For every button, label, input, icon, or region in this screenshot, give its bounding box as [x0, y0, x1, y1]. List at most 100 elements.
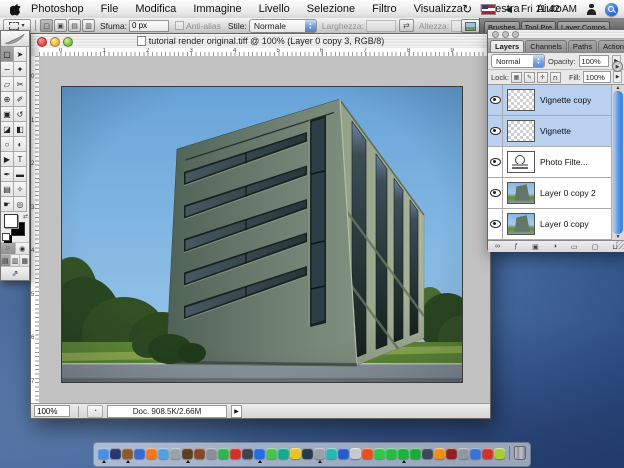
standard-screen-button[interactable]: ▤ [1, 255, 11, 266]
app-10[interactable] [206, 448, 217, 459]
menu-item[interactable]: Modifica [135, 3, 176, 15]
app-22[interactable] [350, 448, 361, 459]
sync-menu-icon[interactable]: ↻ [462, 4, 472, 14]
app-20[interactable] [326, 448, 337, 459]
move-tool[interactable]: ➤ [14, 47, 27, 62]
lock-image-icon[interactable]: ✎ [524, 72, 535, 83]
app-8[interactable] [182, 448, 193, 459]
file-browser-button[interactable] [461, 19, 480, 33]
palette-zoom-button[interactable] [512, 31, 519, 38]
crop-tool[interactable]: ▱ [1, 77, 14, 92]
app-15[interactable] [266, 448, 277, 459]
notes-tool[interactable]: ▤ [1, 182, 14, 197]
edit-in-imageready-button[interactable]: ⇗ [1, 267, 29, 280]
layer-row[interactable]: ∞ Vignette [488, 116, 624, 147]
app-24[interactable] [374, 448, 385, 459]
scrollbar-thumb[interactable] [613, 91, 623, 234]
zoom-tool[interactable]: ◎ [14, 197, 27, 212]
pen-tool[interactable]: ✒ [1, 167, 14, 182]
app-3[interactable] [122, 448, 133, 459]
sfuma-input[interactable] [129, 20, 169, 32]
palette-tab[interactable]: Layers [490, 40, 524, 52]
lasso-tool[interactable]: ∽ [1, 62, 14, 77]
app-14[interactable] [254, 448, 265, 459]
fill-slider-arrow[interactable]: ▶ [613, 71, 622, 83]
zoom-level-field[interactable] [34, 405, 70, 417]
visibility-cell[interactable] [488, 178, 503, 208]
eyedropper-tool[interactable]: ✧ [14, 182, 27, 197]
app-33[interactable] [482, 448, 493, 459]
fullscreen-menubar-button[interactable]: ▥ [11, 255, 21, 266]
visibility-cell[interactable] [488, 116, 503, 146]
opacity-field[interactable]: 100% [579, 55, 609, 67]
app-9[interactable] [194, 448, 205, 459]
menu-item[interactable]: File [101, 3, 119, 15]
brush-tool[interactable]: ✐ [14, 92, 27, 107]
app-4[interactable] [134, 448, 145, 459]
version-cue-status-icon[interactable]: ◔ [87, 405, 103, 418]
layer-thumbnail[interactable] [507, 120, 535, 142]
app-23[interactable] [362, 448, 373, 459]
app-7[interactable] [170, 448, 181, 459]
volume-icon[interactable]: ◀ [505, 4, 512, 15]
layer-name[interactable]: Layer 0 copy 2 [540, 188, 596, 198]
app-13[interactable] [242, 448, 253, 459]
menu-item[interactable]: Livello [259, 3, 290, 15]
dodge-tool[interactable]: ◐ [14, 137, 27, 152]
layer-style-button[interactable]: ƒ [514, 243, 518, 250]
layer-name[interactable]: Layer 0 copy [540, 219, 589, 229]
apple-menu-icon[interactable] [10, 3, 21, 16]
selection-mode-intersect-icon[interactable]: ▥ [82, 19, 95, 32]
layer-row[interactable]: ∞ Layer 0 copy [488, 209, 624, 240]
visibility-cell[interactable] [488, 147, 503, 177]
document-title-bar[interactable]: tutorial render original.tiff @ 100% (La… [31, 34, 490, 49]
fullscreen-button[interactable]: ▦ [20, 255, 29, 266]
adjustment-layer-button[interactable]: ◑ [553, 243, 557, 250]
new-layer-button[interactable]: ▢ [592, 243, 599, 251]
app-16[interactable] [278, 448, 289, 459]
menu-item[interactable]: Photoshop [31, 3, 84, 15]
palette-resize-handle[interactable] [616, 240, 624, 249]
app-6[interactable] [158, 448, 169, 459]
spotlight-icon[interactable] [605, 3, 618, 16]
layer-row[interactable]: ∞ Layer 0 copy 2 [488, 178, 624, 209]
canvas-image[interactable] [61, 86, 463, 383]
app-21[interactable] [338, 448, 349, 459]
layer-thumbnail[interactable] [507, 89, 535, 111]
app-12[interactable] [230, 448, 241, 459]
status-popup-button[interactable]: ▶ [231, 405, 242, 418]
fill-field[interactable]: 100% [583, 71, 612, 83]
layer-thumbnail[interactable] [507, 182, 535, 204]
clone-stamp-tool[interactable]: ▣ [1, 107, 14, 122]
swap-dimensions-button[interactable]: ⇄ [399, 19, 414, 32]
gradient-tool[interactable]: ◧ [14, 122, 27, 137]
app-25[interactable] [386, 448, 397, 459]
type-tool[interactable]: T [14, 152, 27, 167]
menu-item[interactable]: Immagine [193, 3, 241, 15]
layer-row[interactable]: ∞ Vignette copy [488, 85, 624, 116]
hand-tool[interactable]: ☛ [1, 197, 14, 212]
minimize-button[interactable] [50, 37, 60, 47]
standard-mode-button[interactable]: ○ [1, 243, 16, 254]
close-button[interactable] [37, 37, 47, 47]
firefox[interactable] [146, 448, 157, 459]
visibility-cell[interactable] [488, 85, 503, 115]
swap-colors-icon[interactable]: ⇄ [23, 213, 28, 220]
app-2[interactable] [110, 448, 121, 459]
add-mask-button[interactable]: ▣ [532, 243, 539, 251]
palette-tab[interactable]: Paths [568, 40, 597, 52]
layer-thumbnail[interactable] [507, 213, 535, 235]
selection-mode-new-icon[interactable]: ▢ [40, 19, 53, 32]
app-19[interactable] [314, 448, 325, 459]
user-switch-icon[interactable] [586, 4, 596, 15]
path-selection-tool[interactable]: ▶ [1, 152, 14, 167]
lock-position-icon[interactable]: ✛ [537, 72, 548, 83]
layer-name[interactable]: Photo Filte... [540, 157, 588, 167]
new-group-button[interactable]: ▭ [571, 243, 578, 251]
blur-tool[interactable]: ○ [1, 137, 14, 152]
app-31[interactable] [458, 448, 469, 459]
antialias-checkbox[interactable] [175, 21, 184, 30]
palette-close-button[interactable] [492, 31, 499, 38]
layers-scrollbar[interactable]: ▲ ▼ [611, 85, 624, 240]
history-brush-tool[interactable]: ↺ [14, 107, 27, 122]
